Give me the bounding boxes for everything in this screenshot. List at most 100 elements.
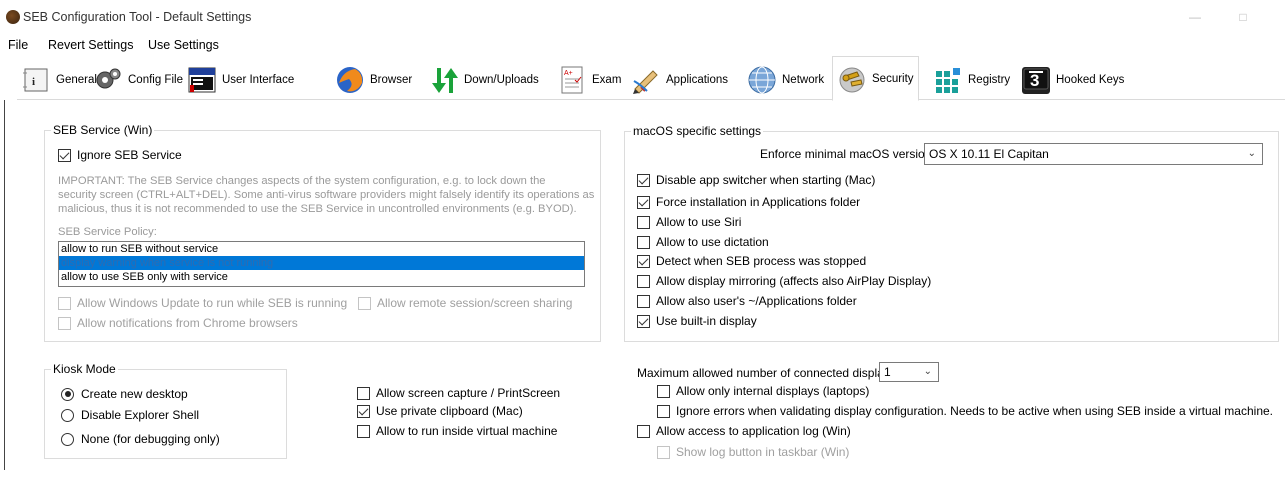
select-value: OS X 10.11 El Capitan [929, 147, 1049, 161]
disable-explorer-shell-radio[interactable]: Disable Explorer Shell [61, 408, 199, 422]
allow-display-mirroring-checkbox[interactable]: Allow display mirroring (affects also Ai… [637, 274, 931, 288]
radio-circle[interactable] [61, 408, 74, 422]
disable-app-switcher-checkbox[interactable]: Disable app switcher when starting (Mac) [637, 173, 875, 187]
use-private-clipboard-checkbox[interactable]: Use private clipboard (Mac) [357, 404, 523, 418]
browser-icon [335, 65, 365, 95]
network-icon [747, 65, 777, 95]
allow-remote-session-checkbox[interactable]: Allow remote session/screen sharing [358, 296, 572, 310]
allow-internal-displays-checkbox[interactable]: Allow only internal displays (laptops) [657, 384, 869, 398]
seb-app-icon [6, 10, 20, 24]
checkbox-box[interactable] [357, 424, 370, 438]
min-macos-select[interactable]: OS X 10.11 El Capitan ⌄ [924, 143, 1263, 165]
checkbox-box[interactable] [637, 254, 650, 268]
checkbox-box[interactable] [58, 316, 71, 330]
checkbox-box[interactable] [357, 386, 370, 400]
min-macos-label: Enforce minimal macOS version: [760, 147, 935, 161]
radio-circle[interactable] [61, 387, 74, 401]
group-title: macOS specific settings [631, 124, 764, 138]
checkbox-label: Allow to run inside virtual machine [376, 424, 558, 438]
tab-label: Hooked Keys [1056, 73, 1125, 86]
tab-exam[interactable]: A+ Exam [553, 60, 625, 99]
tab-label: Browser [370, 73, 413, 86]
tab-config-file[interactable]: Config File [89, 60, 187, 99]
checkbox-box[interactable] [58, 148, 71, 162]
policy-label: SEB Service Policy: [58, 226, 157, 238]
svg-text:i: i [32, 76, 35, 88]
checkbox-label: Use private clipboard (Mac) [376, 404, 523, 418]
allow-virtual-machine-checkbox[interactable]: Allow to run inside virtual machine [357, 424, 557, 438]
force-installation-checkbox[interactable]: Force installation in Applications folde… [637, 195, 860, 209]
checkbox-box[interactable] [358, 296, 371, 310]
checkbox-box[interactable] [357, 404, 370, 418]
menu-use-settings[interactable]: Use Settings [148, 38, 219, 52]
allow-chrome-notifications-checkbox[interactable]: Allow notifications from Chrome browsers [58, 316, 298, 330]
security-icon [837, 64, 867, 94]
detect-process-stopped-checkbox[interactable]: Detect when SEB process was stopped [637, 254, 866, 268]
tab-hooked-keys[interactable]: 3 Hooked Keys [1017, 60, 1128, 99]
none-debugging-radio[interactable]: None (for debugging only) [61, 432, 220, 446]
checkbox-box[interactable] [637, 235, 650, 249]
tab-label: Applications [666, 73, 729, 86]
checkbox-label: Ignore SEB Service [77, 148, 182, 162]
list-item-selected[interactable]: display warning when service is not runn… [59, 256, 584, 270]
allow-application-log-checkbox[interactable]: Allow access to application log (Win) [637, 424, 851, 438]
tab-label: Security [872, 72, 914, 85]
ignore-display-errors-checkbox[interactable]: Ignore errors when validating display co… [657, 404, 1273, 418]
tab-down-uploads[interactable]: Down/Uploads [425, 60, 543, 99]
note-line: security screen (CTRL+ALT+DEL). Some ant… [58, 189, 595, 201]
group-title: SEB Service (Win) [51, 123, 155, 137]
checkbox-box[interactable] [657, 404, 670, 418]
allow-siri-checkbox[interactable]: Allow to use Siri [637, 215, 741, 229]
registry-icon [933, 65, 963, 95]
checkbox-box[interactable] [637, 274, 650, 288]
service-policy-listbox[interactable]: allow to run SEB without service display… [58, 241, 585, 287]
radio-circle[interactable] [61, 432, 74, 446]
checkbox-box[interactable] [637, 294, 650, 308]
checkbox-box[interactable] [637, 215, 650, 229]
maximize-button[interactable]: □ [1228, 6, 1258, 28]
ignore-seb-service-checkbox[interactable]: Ignore SEB Service [58, 148, 182, 162]
use-builtin-display-checkbox[interactable]: Use built-in display [637, 314, 757, 328]
window-left-edge [4, 100, 5, 470]
max-displays-select[interactable]: 1 ⌄ [879, 362, 939, 382]
checkbox-label: Ignore errors when validating display co… [676, 404, 1273, 418]
menu-file[interactable]: File [8, 38, 28, 52]
checkbox-box[interactable] [637, 424, 650, 438]
checkbox-box[interactable] [657, 384, 670, 398]
select-value: 1 [884, 365, 891, 379]
important-note: IMPORTANT: The SEB Service changes aspec… [58, 174, 598, 216]
checkbox-label: Allow remote session/screen sharing [377, 296, 573, 310]
window-title: SEB Configuration Tool - Default Setting… [23, 10, 252, 24]
hooked-keys-icon: 3 [1021, 65, 1051, 95]
checkbox-label: Allow notifications from Chrome browsers [77, 316, 298, 330]
tab-label: Registry [968, 73, 1011, 86]
minimize-button[interactable]: — [1180, 6, 1210, 28]
svg-text:3: 3 [1030, 71, 1039, 90]
tab-network[interactable]: Network [743, 60, 828, 99]
checkbox-box[interactable] [58, 296, 71, 310]
tab-browser[interactable]: Browser [331, 60, 416, 99]
allow-user-applications-checkbox[interactable]: Allow also user's ~/Applications folder [637, 294, 857, 308]
create-new-desktop-radio[interactable]: Create new desktop [61, 387, 188, 401]
list-item[interactable]: allow to use SEB only with service [59, 270, 584, 284]
tab-registry[interactable]: Registry [929, 60, 1014, 99]
menu-revert-settings[interactable]: Revert Settings [48, 38, 133, 52]
checkbox-box[interactable] [637, 195, 650, 209]
allow-screen-capture-checkbox[interactable]: Allow screen capture / PrintScreen [357, 386, 560, 400]
checkbox-label: Use built-in display [656, 314, 757, 328]
list-item[interactable]: allow to run SEB without service [59, 242, 584, 256]
checkbox-label: Allow Windows Update to run while SEB is… [77, 296, 348, 310]
checkbox-box[interactable] [657, 445, 670, 459]
checkbox-box[interactable] [637, 173, 650, 187]
tab-applications[interactable]: Applications [627, 60, 732, 99]
show-log-button-checkbox[interactable]: Show log button in taskbar (Win) [657, 445, 849, 459]
chevron-down-icon: ⌄ [1247, 148, 1256, 159]
allow-windows-update-checkbox[interactable]: Allow Windows Update to run while SEB is… [58, 296, 347, 310]
checkbox-label: Allow to use Siri [656, 215, 742, 229]
tab-label: User Interface [222, 73, 295, 86]
tab-security[interactable]: Security [832, 56, 919, 101]
checkbox-label: Force installation in Applications folde… [656, 195, 861, 209]
tab-user-interface[interactable]: User Interface [183, 60, 298, 99]
allow-dictation-checkbox[interactable]: Allow to use dictation [637, 235, 769, 249]
checkbox-box[interactable] [637, 314, 650, 328]
